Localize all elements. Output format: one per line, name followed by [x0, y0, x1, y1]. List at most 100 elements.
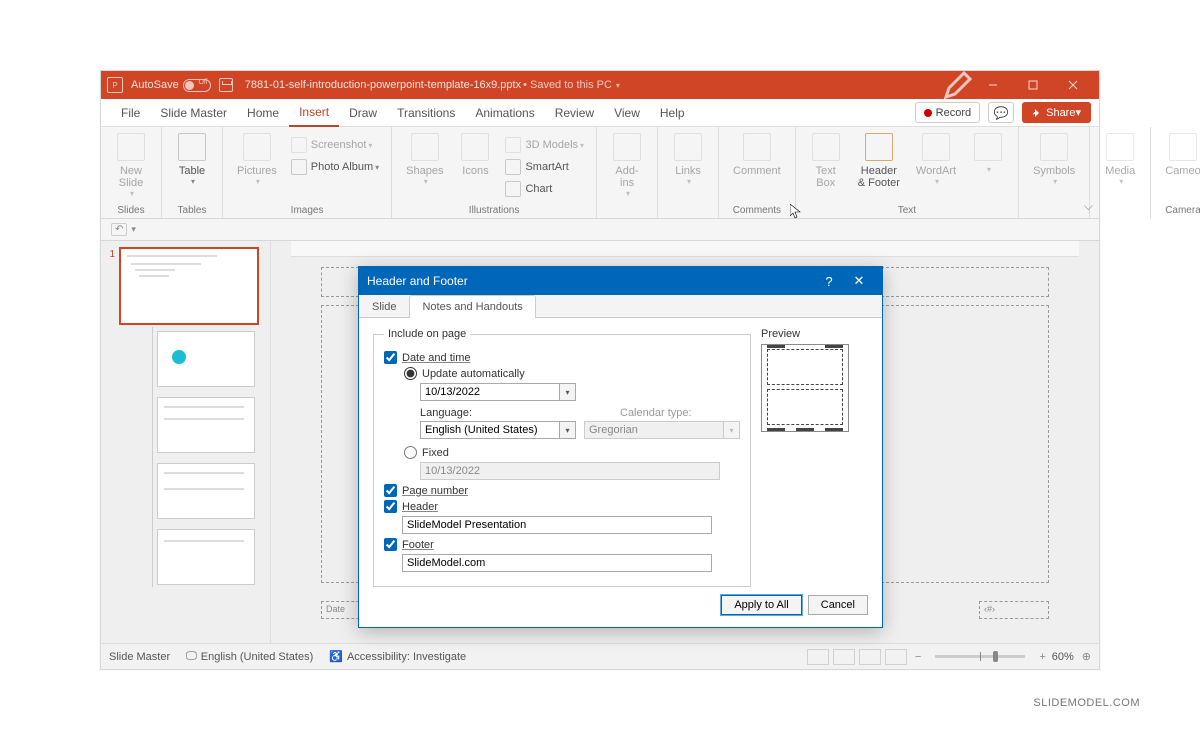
close-button[interactable]	[1053, 71, 1093, 99]
record-button[interactable]: Record	[915, 102, 980, 123]
layout-thumbnail[interactable]	[157, 331, 255, 387]
dialog-close-button[interactable]: ✕	[844, 273, 874, 289]
menu-file[interactable]: File	[111, 99, 150, 126]
menu-slide-master[interactable]: Slide Master	[150, 99, 237, 126]
slide-number: 1	[107, 247, 119, 325]
horizontal-ruler	[291, 241, 1079, 257]
slide-number-placeholder[interactable]: ‹#›	[979, 601, 1049, 619]
dialog-titlebar[interactable]: Header and Footer ? ✕	[359, 267, 882, 295]
symbols-button[interactable]: Symbols▾	[1027, 131, 1081, 214]
ribbon-group-camera: Cameo Camera	[1151, 127, 1200, 218]
ribbon-group-tables: Table▾ Tables	[162, 127, 223, 218]
autosave-toggle[interactable]: Off	[183, 79, 211, 92]
layout-thumbnail[interactable]	[157, 463, 255, 519]
apply-to-all-button[interactable]: Apply to All	[721, 595, 801, 615]
3d-models-button[interactable]: 3D Models▾	[501, 135, 588, 155]
fit-to-window-button[interactable]: ⊕	[1082, 650, 1091, 663]
photo-album-button[interactable]: Photo Album▾	[287, 157, 383, 177]
zoom-slider[interactable]	[935, 655, 1025, 658]
preview-label: Preview	[761, 328, 868, 340]
menu-help[interactable]: Help	[650, 99, 695, 126]
view-mode-status: Slide Master	[109, 651, 170, 663]
zoom-out-button[interactable]: −	[915, 651, 921, 663]
tab-slide[interactable]: Slide	[359, 295, 409, 318]
ribbon-group-images: Pictures▾ Screenshot▾ Photo Album▾ Image…	[223, 127, 392, 218]
tab-notes-handouts[interactable]: Notes and Handouts	[409, 295, 535, 318]
update-auto-radio[interactable]	[404, 367, 417, 380]
menu-animations[interactable]: Animations	[465, 99, 544, 126]
addins-button[interactable]: Add- ins▾	[605, 131, 649, 214]
icons-button[interactable]: Icons	[453, 131, 497, 203]
zoom-in-button[interactable]: +	[1039, 651, 1045, 663]
dialog-help-button[interactable]: ?	[814, 274, 844, 289]
comment-button[interactable]: Comment	[727, 131, 787, 203]
menu-transitions[interactable]: Transitions	[387, 99, 465, 126]
layout-thumbnail[interactable]	[157, 529, 255, 585]
chart-button[interactable]: Chart	[501, 179, 588, 199]
fixed-radio[interactable]	[404, 446, 417, 459]
undo-icon[interactable]: ↶	[111, 223, 127, 236]
quick-access-row: ↶▾	[101, 219, 1099, 241]
save-icon[interactable]	[219, 78, 233, 92]
chevron-down-icon[interactable]: ▾	[560, 383, 576, 401]
shapes-button[interactable]: Shapes▾	[400, 131, 449, 203]
minimize-button[interactable]	[973, 71, 1013, 99]
header-input[interactable]	[402, 516, 712, 534]
comments-pane-button[interactable]: 💬	[988, 102, 1014, 123]
links-button[interactable]: Links▾	[666, 131, 710, 214]
header-checkbox[interactable]	[384, 500, 397, 513]
pen-icon[interactable]	[943, 70, 973, 100]
chevron-down-icon[interactable]: ▾	[616, 81, 620, 90]
zoom-level[interactable]: 60%	[1052, 651, 1074, 663]
collapse-ribbon-button[interactable]: ⌵	[1084, 199, 1093, 214]
wordart-button[interactable]: WordArt▾	[910, 131, 962, 203]
date-time-checkbox[interactable]	[384, 351, 397, 364]
footer-checkbox[interactable]	[384, 538, 397, 551]
screenshot-button[interactable]: Screenshot▾	[287, 135, 383, 155]
footer-input[interactable]	[402, 554, 712, 572]
save-status: • Saved to this PC	[523, 79, 612, 91]
language-label: Language:	[420, 407, 576, 419]
menu-draw[interactable]: Draw	[339, 99, 387, 126]
language-combo[interactable]	[420, 421, 560, 439]
chevron-down-icon: ▾	[724, 421, 740, 439]
reading-view-button[interactable]	[859, 649, 881, 665]
header-footer-button[interactable]: Header & Footer	[852, 131, 906, 203]
footer-label: Footer	[402, 539, 434, 551]
ribbon-group-text: Text Box Header & Footer WordArt▾ ▾ Text	[796, 127, 1019, 218]
slide-master-thumbnail[interactable]	[119, 247, 259, 325]
dialog-tabs: Slide Notes and Handouts	[359, 295, 882, 318]
ribbon-group-illustrations: Shapes▾ Icons 3D Models▾ SmartArt Chart …	[392, 127, 597, 218]
powerpoint-icon: P	[107, 77, 123, 93]
menu-insert[interactable]: Insert	[289, 99, 339, 127]
chevron-down-icon[interactable]: ▾	[560, 421, 576, 439]
text-more-button[interactable]: ▾	[966, 131, 1010, 203]
auto-date-combo[interactable]	[420, 383, 560, 401]
cameo-button[interactable]: Cameo	[1159, 131, 1200, 203]
cancel-button[interactable]: Cancel	[808, 595, 868, 615]
share-button[interactable]: Share▾	[1022, 102, 1091, 123]
normal-view-button[interactable]	[807, 649, 829, 665]
maximize-button[interactable]	[1013, 71, 1053, 99]
layout-thumbnail[interactable]	[157, 397, 255, 453]
menu-home[interactable]: Home	[237, 99, 289, 126]
update-auto-label: Update automatically	[422, 368, 525, 380]
language-status[interactable]: 🖵 English (United States)	[186, 650, 313, 663]
ribbon-group-symbols: Symbols▾	[1019, 127, 1090, 218]
table-button[interactable]: Table▾	[170, 131, 214, 203]
fixed-label: Fixed	[422, 447, 449, 459]
media-button[interactable]: Media▾	[1098, 131, 1142, 214]
watermark: SLIDEMODEL.COM	[1033, 697, 1140, 709]
smartart-button[interactable]: SmartArt	[501, 157, 588, 177]
sorter-view-button[interactable]	[833, 649, 855, 665]
pictures-button[interactable]: Pictures▾	[231, 131, 283, 203]
page-number-checkbox[interactable]	[384, 484, 397, 497]
text-box-button[interactable]: Text Box	[804, 131, 848, 203]
slideshow-view-button[interactable]	[885, 649, 907, 665]
menu-review[interactable]: Review	[545, 99, 604, 126]
menu-view[interactable]: View	[604, 99, 650, 126]
include-legend: Include on page	[384, 328, 470, 340]
preview-box	[761, 344, 849, 432]
accessibility-status[interactable]: ♿ Accessibility: Investigate	[329, 650, 466, 663]
new-slide-button[interactable]: New Slide▾	[109, 131, 153, 203]
